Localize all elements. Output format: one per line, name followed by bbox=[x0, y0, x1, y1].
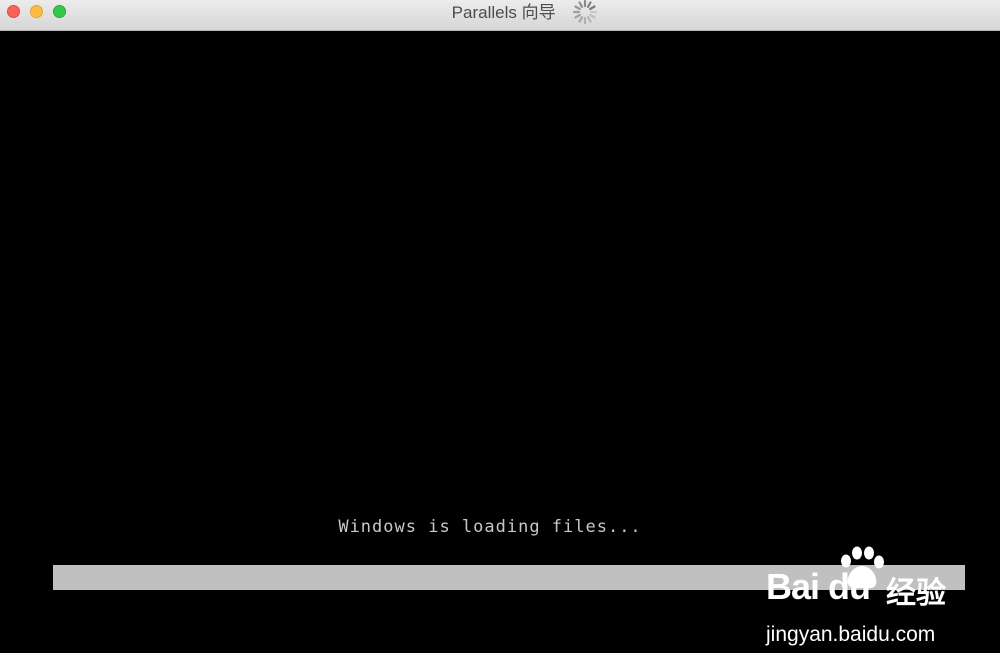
spinner-tick bbox=[587, 15, 592, 23]
baidu-jingyan-text: 经验 bbox=[886, 576, 946, 611]
boot-message: Windows is loading files... bbox=[338, 517, 642, 537]
parallels-window: Parallels 向导 Windows is loading files...… bbox=[0, 0, 1000, 653]
vm-screen[interactable]: Windows is loading files... Bai du 经验 ji… bbox=[0, 31, 1000, 653]
window-title-wrap: Parallels 向导 bbox=[452, 0, 599, 27]
title-bar[interactable]: Parallels 向导 bbox=[0, 0, 1000, 31]
baidu-brand-text: Bai du bbox=[766, 566, 871, 607]
baidu-url-text: jingyan.baidu.com bbox=[766, 623, 936, 646]
spinner-tick bbox=[574, 13, 582, 19]
spinner-tick bbox=[587, 0, 592, 8]
baidu-watermark: Bai du 经验 jingyan.baidu.com bbox=[766, 546, 966, 651]
spinner-tick bbox=[578, 15, 584, 23]
spinner-tick bbox=[574, 4, 582, 10]
spinner-tick bbox=[578, 0, 584, 8]
loading-spinner-icon bbox=[573, 0, 598, 24]
window-title: Parallels 向导 bbox=[451, 3, 556, 22]
spinner-tick bbox=[589, 4, 596, 10]
spinner-tick bbox=[589, 13, 596, 19]
window-title-area: Parallels 向导 bbox=[0, 0, 1000, 26]
